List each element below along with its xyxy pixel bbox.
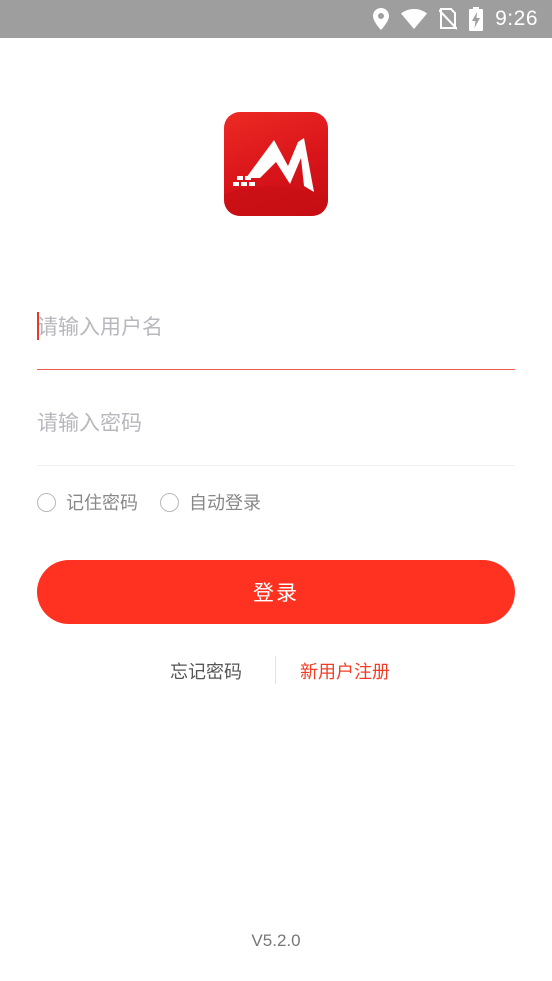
password-field[interactable]	[37, 392, 515, 454]
link-divider	[275, 656, 276, 684]
wifi-icon	[401, 9, 428, 29]
password-underline	[37, 465, 515, 466]
auto-login-radio[interactable]	[160, 492, 179, 512]
no-sim-icon	[439, 8, 458, 30]
register-link[interactable]: 新用户注册	[300, 658, 390, 684]
text-cursor	[37, 312, 39, 340]
forgot-password-link[interactable]: 忘记密码	[170, 658, 242, 684]
status-time: 9:26	[495, 7, 538, 30]
app-logo-m-icon	[224, 138, 328, 216]
password-input[interactable]	[37, 392, 515, 454]
username-field[interactable]	[37, 296, 515, 358]
battery-charging-icon	[469, 7, 484, 31]
version-label: V5.2.0	[251, 931, 301, 950]
account-links: 忘记密码 新用户注册	[0, 654, 552, 686]
auto-login-label: 自动登录	[189, 493, 261, 514]
status-icons: 9:26	[373, 0, 538, 38]
username-input[interactable]	[37, 296, 515, 358]
remember-password-option[interactable]: 记住密码	[37, 489, 138, 515]
login-button[interactable]: 登录	[37, 560, 515, 624]
location-icon	[373, 8, 390, 30]
login-options: 记住密码 自动登录	[37, 488, 283, 516]
username-underline	[37, 369, 515, 370]
remember-password-label: 记住密码	[66, 493, 138, 514]
status-bar: 9:26	[0, 0, 552, 38]
app-logo	[224, 112, 328, 216]
remember-password-radio[interactable]	[37, 492, 56, 512]
auto-login-option[interactable]: 自动登录	[160, 489, 261, 515]
